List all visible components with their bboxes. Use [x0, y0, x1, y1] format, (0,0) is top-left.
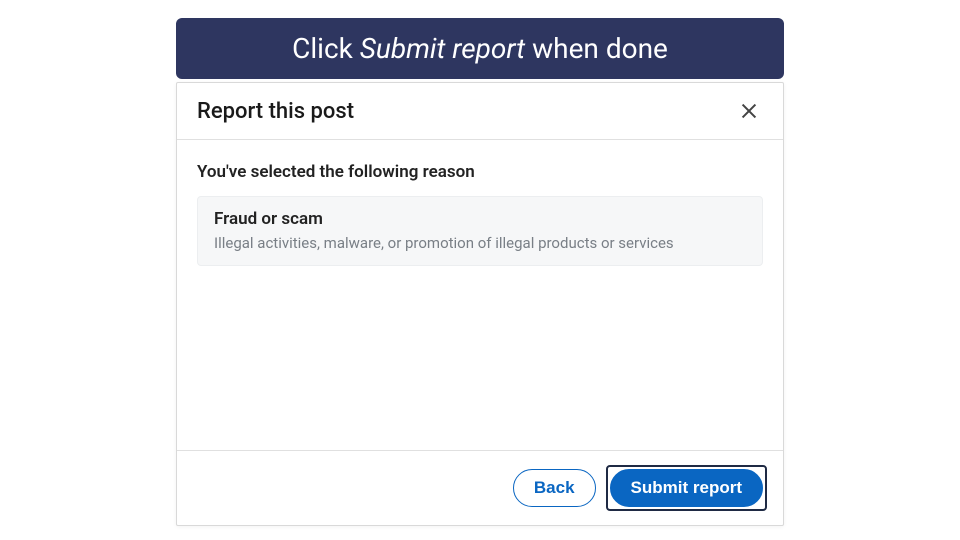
submit-report-button[interactable]: Submit report — [610, 469, 763, 507]
reason-name: Fraud or scam — [214, 209, 746, 229]
instruction-banner: Click Submit report when done — [176, 18, 784, 79]
close-icon — [738, 100, 760, 122]
reason-card: Fraud or scam Illegal activities, malwar… — [197, 196, 763, 266]
submit-highlight-box: Submit report — [606, 465, 767, 511]
back-button[interactable]: Back — [513, 469, 596, 507]
modal-header: Report this post — [177, 83, 783, 140]
modal-body: You've selected the following reason Fra… — [177, 140, 783, 450]
report-modal: Report this post You've selected the fol… — [176, 82, 784, 526]
banner-suffix: when done — [525, 32, 668, 65]
modal-footer: Back Submit report — [177, 450, 783, 525]
reason-description: Illegal activities, malware, or promotio… — [214, 233, 746, 253]
selected-reason-heading: You've selected the following reason — [197, 162, 763, 182]
banner-prefix: Click — [292, 32, 360, 65]
banner-emphasis: Submit report — [360, 32, 525, 65]
modal-title: Report this post — [197, 99, 354, 124]
close-button[interactable] — [735, 97, 763, 125]
